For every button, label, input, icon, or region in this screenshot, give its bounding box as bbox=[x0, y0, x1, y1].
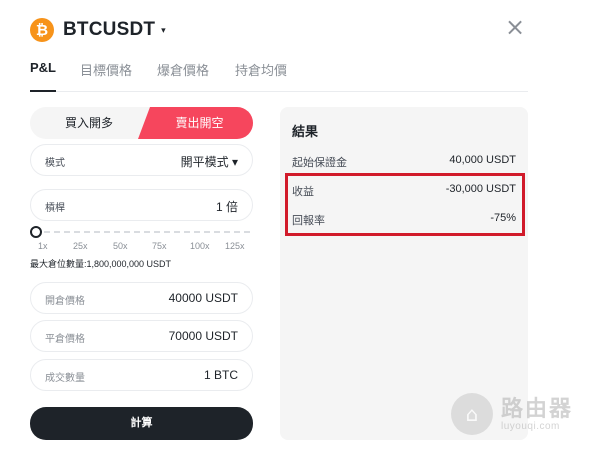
entry-price-field[interactable]: 開倉價格 40000 USDT bbox=[30, 282, 253, 314]
bitcoin-icon: ₿ bbox=[30, 18, 54, 42]
calculator-tabs: P&L 目標價格 爆倉價格 持倉均價 bbox=[30, 58, 528, 92]
quantity-field[interactable]: 成交數量 1 BTC bbox=[30, 359, 253, 391]
highlight-box bbox=[285, 173, 525, 236]
mode-value: 開平模式 ▾ bbox=[180, 155, 238, 169]
tick-label[interactable]: 125x bbox=[225, 241, 245, 251]
result-title: 結果 bbox=[292, 124, 319, 139]
chevron-down-icon[interactable]: ▾ bbox=[161, 25, 166, 36]
close-icon[interactable]: × bbox=[504, 15, 526, 39]
leverage-value: 1 倍 bbox=[215, 200, 238, 214]
exit-price-field[interactable]: 平倉價格 70000 USDT bbox=[30, 320, 253, 352]
exit-price-value: 70000 USDT bbox=[168, 329, 238, 343]
entry-price-value: 40000 USDT bbox=[168, 291, 238, 305]
active-tab-indicator bbox=[30, 90, 56, 92]
wifi-lock-icon: ⌂ bbox=[451, 393, 493, 435]
buy-long-button[interactable]: 買入開多 bbox=[30, 107, 148, 139]
watermark: ⌂ 路由器 luyouqi.com bbox=[451, 393, 573, 435]
watermark-en: luyouqi.com bbox=[501, 420, 560, 432]
header: ₿ BTCUSDT ▾ bbox=[30, 18, 166, 42]
initial-margin-label: 起始保證金 bbox=[292, 157, 347, 169]
mode-select[interactable]: 模式 開平模式 ▾ bbox=[30, 144, 253, 176]
side-switch: 買入開多 賣出開空 bbox=[30, 107, 253, 139]
result-panel: 結果 起始保證金 40,000 USDT 收益 -30,000 USDT 回報率… bbox=[280, 107, 528, 440]
tick-label[interactable]: 25x bbox=[73, 241, 88, 251]
quantity-label: 成交數量 bbox=[45, 373, 85, 384]
leverage-ticks: 1x 25x 50x 75x 100x 125x bbox=[30, 241, 256, 253]
tab-pnl[interactable]: P&L bbox=[30, 60, 56, 75]
leverage-slider[interactable] bbox=[30, 226, 250, 240]
calculate-button[interactable]: 計算 bbox=[30, 407, 253, 440]
leverage-field[interactable]: 槓桿 1 倍 bbox=[30, 189, 253, 221]
mode-label: 模式 bbox=[45, 158, 65, 169]
watermark-cn: 路由器 bbox=[501, 395, 574, 421]
tick-label[interactable]: 75x bbox=[152, 241, 167, 251]
tick-label[interactable]: 50x bbox=[113, 241, 128, 251]
slider-handle[interactable] bbox=[30, 226, 42, 238]
tick-label[interactable]: 1x bbox=[38, 241, 48, 251]
quantity-value: 1 BTC bbox=[203, 368, 238, 382]
initial-margin-value: 40,000 USDT bbox=[449, 154, 516, 166]
leverage-label: 槓桿 bbox=[45, 203, 65, 214]
exit-price-label: 平倉價格 bbox=[45, 334, 85, 345]
entry-price-label: 開倉價格 bbox=[45, 296, 85, 307]
watermark-text: 路由器 luyouqi.com bbox=[501, 395, 574, 432]
tab-liquidation-price[interactable]: 爆倉價格 bbox=[157, 60, 209, 79]
tab-target-price[interactable]: 目標價格 bbox=[80, 60, 132, 79]
tab-average-price[interactable]: 持倉均價 bbox=[235, 60, 287, 79]
symbol-selector[interactable]: BTCUSDT bbox=[63, 19, 155, 41]
max-position-text: 最大倉位數量:1,800,000,000 USDT bbox=[30, 259, 172, 269]
tick-label[interactable]: 100x bbox=[190, 241, 210, 251]
initial-margin-row: 起始保證金 40,000 USDT bbox=[292, 154, 516, 170]
sell-short-button[interactable]: 賣出開空 bbox=[138, 107, 253, 139]
slider-track bbox=[34, 231, 250, 235]
